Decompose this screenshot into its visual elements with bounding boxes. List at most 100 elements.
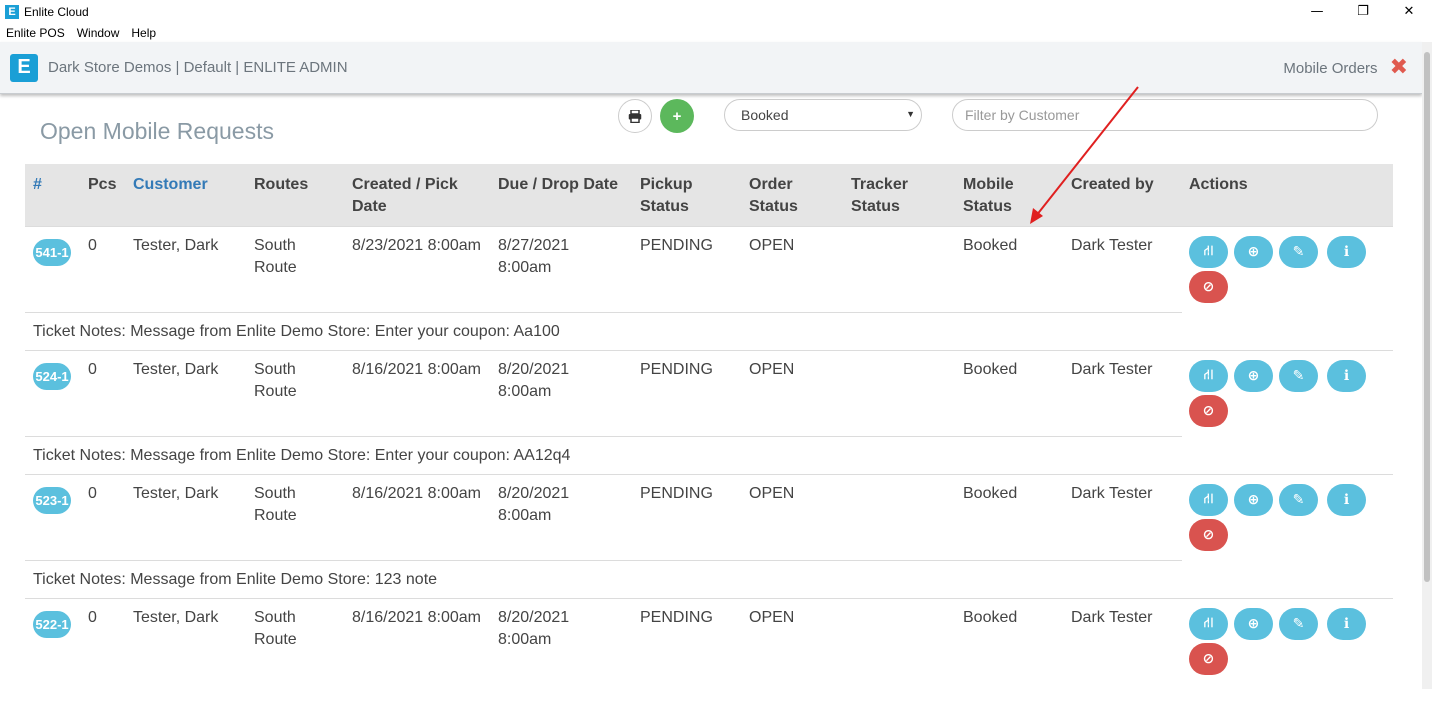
ban-icon: ⊘ (1202, 527, 1215, 543)
mobile-status-select[interactable]: Booked ▼ (724, 99, 922, 131)
col-order-status: Order Status (749, 176, 798, 215)
edit-button[interactable]: ✎ (1279, 608, 1318, 640)
col-id[interactable]: # (33, 174, 42, 196)
info-button[interactable]: ℹ (1327, 236, 1366, 268)
view-button[interactable]: ⊕ (1234, 608, 1273, 640)
table-row: 541-1 0 Tester, Dark South Route 8/23/20… (25, 226, 1393, 350)
cell-pickup-status: PENDING (640, 237, 713, 254)
zoom-icon: ⊕ (1247, 368, 1260, 384)
edit-button[interactable]: ✎ (1279, 236, 1318, 268)
scrollbar-thumb[interactable] (1424, 52, 1430, 582)
view-button[interactable]: ⊕ (1234, 236, 1273, 268)
filter-customer-input[interactable] (952, 99, 1378, 131)
cell-created: 8/16/2021 8:00am (352, 485, 481, 502)
menu-window[interactable]: Window (71, 26, 126, 40)
cell-customer: Tester, Dark (133, 609, 219, 626)
order-id-badge[interactable]: 524-1 (33, 363, 71, 390)
enlite-logo[interactable]: E (10, 53, 38, 82)
section-title: Mobile Orders (1283, 59, 1378, 77)
order-id-badge[interactable]: 522-1 (33, 611, 71, 638)
col-customer[interactable]: Customer (133, 174, 208, 196)
edit-button[interactable]: ✎ (1279, 360, 1318, 392)
cell-order-status: OPEN (749, 237, 795, 254)
cell-pcs: 0 (88, 609, 97, 626)
add-button[interactable]: + (660, 99, 694, 133)
info-icon: ℹ (1343, 244, 1350, 260)
app-icon: E (5, 4, 19, 19)
print-button[interactable] (618, 99, 652, 133)
ban-icon: ⊘ (1202, 403, 1215, 419)
col-created-by: Created by (1071, 176, 1154, 193)
cell-pickup-status: PENDING (640, 361, 713, 378)
cell-created-by: Dark Tester (1071, 361, 1153, 378)
cancel-order-button[interactable]: ⊘ (1189, 395, 1228, 427)
app-header: E Dark Store Demos | Default | ENLITE AD… (0, 42, 1422, 94)
cell-pcs: 0 (88, 485, 97, 502)
cancel-order-button[interactable]: ⊘ (1189, 643, 1228, 675)
cell-order-status: OPEN (749, 609, 795, 626)
order-id-badge[interactable]: 541-1 (33, 239, 71, 266)
cell-order-status: OPEN (749, 485, 795, 502)
edit-button[interactable]: ✎ (1279, 484, 1318, 516)
zoom-icon: ⊕ (1247, 244, 1260, 260)
route-button[interactable]: ⛙ (1189, 236, 1228, 268)
cell-mobile-status: Booked (963, 485, 1018, 502)
menu-bar: Enlite POS Window Help (0, 23, 1432, 42)
order-id-badge[interactable]: 523-1 (33, 487, 71, 514)
minimize-button[interactable]: — (1294, 0, 1340, 23)
info-icon: ℹ (1343, 616, 1350, 632)
cancel-order-button[interactable]: ⊘ (1189, 271, 1228, 303)
window-title: Enlite Cloud (24, 4, 89, 19)
route-button[interactable]: ⛙ (1189, 608, 1228, 640)
menu-enlite-pos[interactable]: Enlite POS (0, 26, 71, 40)
close-window-button[interactable]: ✕ (1386, 0, 1432, 23)
zoom-icon: ⊕ (1247, 616, 1260, 632)
cell-due: 8/20/2021 8:00am (498, 485, 570, 524)
cell-created-by: Dark Tester (1071, 609, 1153, 626)
cell-pcs: 0 (88, 237, 97, 254)
cell-created: 8/16/2021 8:00am (352, 361, 481, 378)
ban-icon: ⊘ (1202, 279, 1215, 295)
cell-created-by: Dark Tester (1071, 237, 1153, 254)
view-button[interactable]: ⊕ (1234, 484, 1273, 516)
cell-created: 8/23/2021 8:00am (352, 237, 481, 254)
cell-mobile-status: Booked (963, 361, 1018, 378)
road-icon: ⛙ (1203, 243, 1214, 259)
route-button[interactable]: ⛙ (1189, 360, 1228, 392)
col-pcs: Pcs (88, 176, 117, 193)
close-icon[interactable]: ✖ (1390, 57, 1408, 79)
vertical-scrollbar[interactable] (1422, 42, 1432, 689)
printer-icon (628, 109, 642, 123)
ticket-notes: Ticket Notes: Message from Enlite Demo S… (25, 436, 1182, 474)
cell-pickup-status: PENDING (640, 609, 713, 626)
restore-button[interactable]: ❐ (1340, 0, 1386, 23)
menu-help[interactable]: Help (125, 26, 162, 40)
info-button[interactable]: ℹ (1327, 608, 1366, 640)
zoom-icon: ⊕ (1247, 492, 1260, 508)
edit-icon: ✎ (1292, 616, 1305, 632)
page-title: Open Mobile Requests (40, 118, 274, 144)
mobile-status-value: Booked (741, 107, 789, 123)
cancel-order-button[interactable]: ⊘ (1189, 519, 1228, 551)
edit-icon: ✎ (1292, 368, 1305, 384)
cell-route: South Route (254, 485, 297, 524)
table-row: 523-1 0 Tester, Dark South Route 8/16/20… (25, 474, 1393, 598)
road-icon: ⛙ (1203, 367, 1214, 383)
ticket-notes: Ticket Notes: Message from Enlite Demo S… (25, 560, 1182, 598)
cell-customer: Tester, Dark (133, 237, 219, 254)
window-controls: — ❐ ✕ (1294, 0, 1432, 23)
edit-icon: ✎ (1292, 244, 1305, 260)
info-button[interactable]: ℹ (1327, 484, 1366, 516)
cell-pickup-status: PENDING (640, 485, 713, 502)
route-button[interactable]: ⛙ (1189, 484, 1228, 516)
table-row: 522-1 0 Tester, Dark South Route 8/16/20… (25, 598, 1393, 722)
cell-due: 8/20/2021 8:00am (498, 609, 570, 648)
table-row: 524-1 0 Tester, Dark South Route 8/16/20… (25, 350, 1393, 474)
view-button[interactable]: ⊕ (1234, 360, 1273, 392)
info-button[interactable]: ℹ (1327, 360, 1366, 392)
chevron-down-icon: ▼ (906, 109, 915, 119)
cell-route: South Route (254, 609, 297, 648)
info-icon: ℹ (1343, 368, 1350, 384)
row-main: 541-1 0 Tester, Dark South Route 8/23/20… (25, 226, 1393, 312)
col-pickup-status: Pickup Status (640, 176, 693, 215)
